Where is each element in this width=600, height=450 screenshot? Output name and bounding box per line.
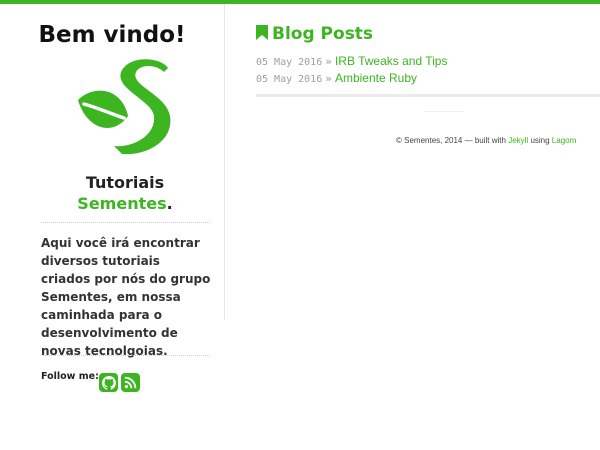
github-link[interactable]: [99, 373, 118, 392]
brand-prefix: Tutoriais: [85, 173, 165, 192]
jekyll-link[interactable]: Jekyll: [508, 136, 528, 145]
sidebar-divider: [41, 355, 210, 356]
content-divider: [256, 94, 600, 97]
rss-icon: [124, 376, 137, 389]
site-footer: © Sementes, 2014 — built with Jekyll usi…: [396, 136, 576, 145]
github-icon: [101, 375, 116, 390]
post-separator: »: [325, 55, 332, 68]
sementes-logo: [78, 59, 171, 155]
bookmark-icon: [256, 25, 268, 40]
brand-suffix: .: [166, 194, 173, 213]
intro-text: Aqui você irá encontrar diversos tutoria…: [41, 236, 211, 358]
brand-name: Sementes: [77, 194, 167, 213]
post-link-ambiente-ruby[interactable]: Ambiente Ruby: [335, 71, 417, 85]
footer-using: using: [530, 136, 550, 145]
lagom-link[interactable]: Lagom: [552, 136, 576, 145]
welcome-heading: Bem vindo!: [38, 22, 186, 48]
sidebar-divider: [41, 222, 210, 223]
footer-divider: [424, 111, 464, 112]
post-list-item: 05 May 2016» Ambiente Ruby: [256, 71, 417, 85]
site-brand: Tutoriais Sementes.: [0, 172, 250, 214]
post-separator: »: [325, 72, 332, 85]
rss-link[interactable]: [121, 373, 140, 392]
post-date: 05 May 2016: [256, 74, 323, 85]
post-date: 05 May 2016: [256, 57, 323, 68]
blog-posts-title: Blog Posts: [272, 24, 374, 44]
post-list-item: 05 May 2016» IRB Tweaks and Tips: [256, 54, 447, 68]
footer-copyright: © Sementes, 2014 — built with: [396, 136, 506, 145]
post-link-irb-tweaks[interactable]: IRB Tweaks and Tips: [335, 54, 448, 68]
blog-posts-heading: Blog Posts: [256, 24, 373, 44]
follow-label: Follow me:: [41, 371, 99, 382]
